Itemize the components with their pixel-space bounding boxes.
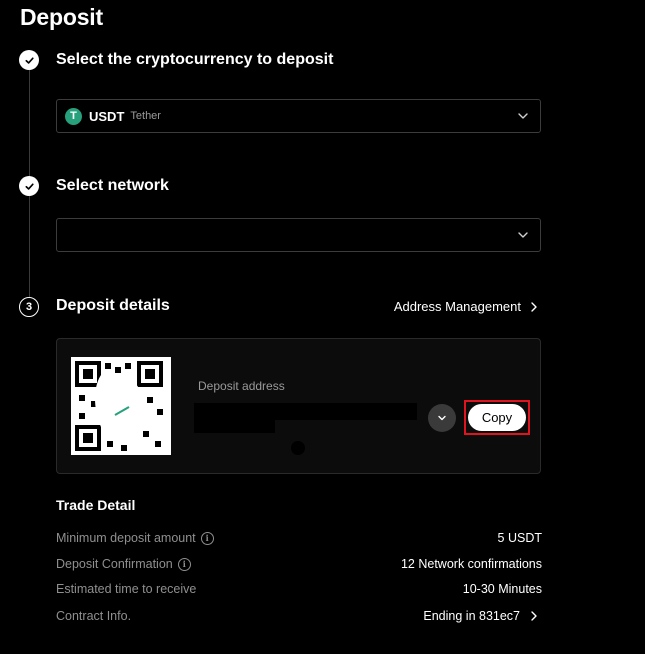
- info-icon[interactable]: i: [200, 531, 214, 545]
- copy-address-button[interactable]: Copy: [468, 404, 526, 431]
- check-icon: [24, 56, 34, 64]
- deposit-confirmation-label-text: Deposit Confirmation: [56, 557, 173, 571]
- tether-logo-icon: T: [65, 107, 82, 125]
- estimated-time-label: Estimated time to receive: [56, 582, 196, 596]
- coin-name: Tether: [130, 110, 161, 122]
- step-3-title: Deposit details: [56, 297, 170, 314]
- chevron-right-icon: [531, 611, 537, 621]
- chevron-down-icon: [438, 415, 446, 421]
- deposit-confirmation-value: 12 Network confirmations: [400, 557, 542, 571]
- min-deposit-value: 5 USDT: [497, 531, 542, 545]
- deposit-qr-code: [71, 357, 171, 455]
- black-dot-marker: [278, 281, 292, 295]
- step-2-title: Select network: [56, 177, 169, 194]
- estimated-time-value: 10-30 Minutes: [462, 582, 542, 596]
- contract-info-link[interactable]: Ending in 831ec7: [423, 609, 538, 623]
- deposit-confirmation-label: Deposit Confirmation i: [56, 557, 191, 571]
- black-dot-marker: [291, 441, 305, 455]
- step-1-indicator: [19, 50, 39, 70]
- trade-detail-title: Trade Detail: [56, 497, 136, 513]
- check-icon: [24, 182, 34, 190]
- chevron-down-icon: [518, 232, 528, 238]
- contract-info-label: Contract Info.: [56, 609, 131, 623]
- qr-code-icon: [75, 361, 163, 451]
- estimated-time-label-text: Estimated time to receive: [56, 582, 197, 596]
- chevron-down-icon: [518, 113, 528, 119]
- coin-symbol: USDT: [89, 108, 125, 124]
- contract-info-value: Ending in 831ec7: [423, 609, 520, 623]
- info-icon[interactable]: i: [177, 557, 191, 571]
- step-1-title: Select the cryptocurrency to deposit: [56, 51, 334, 68]
- contract-info-label-text: Contract Info.: [56, 609, 132, 623]
- min-deposit-label: Minimum deposit amount i: [56, 531, 214, 545]
- page-title: Deposit: [20, 4, 103, 30]
- deposit-address-redacted-line2: [194, 419, 275, 433]
- expand-address-button[interactable]: [428, 404, 456, 432]
- step-3-indicator: 3: [19, 297, 39, 317]
- min-deposit-label-text: Minimum deposit amount: [56, 531, 196, 545]
- deposit-address-redacted: [194, 403, 417, 420]
- address-management-label: Address Management: [393, 299, 521, 314]
- network-select[interactable]: [56, 218, 541, 252]
- step-2-indicator: [19, 176, 39, 196]
- chevron-right-icon: [531, 301, 537, 312]
- cryptocurrency-select[interactable]: T USDT Tether: [56, 99, 541, 133]
- deposit-address-label: Deposit address: [198, 379, 285, 393]
- network-value-redacted: [63, 227, 148, 243]
- address-management-link[interactable]: Address Management: [394, 299, 538, 314]
